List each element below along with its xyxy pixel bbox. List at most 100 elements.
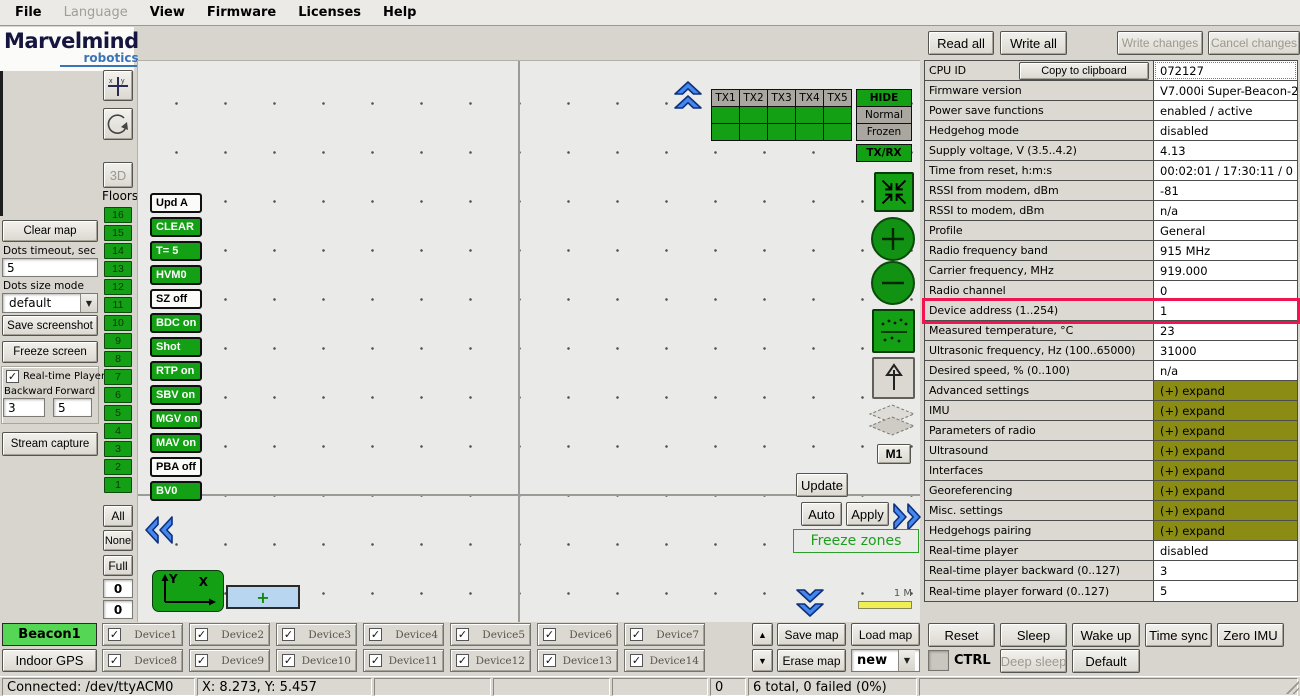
device-checkbox[interactable] (108, 628, 121, 641)
map-mode-button[interactable]: Upd A (150, 193, 202, 213)
read-all-button[interactable]: Read all (928, 31, 994, 55)
floor-offset-top-input[interactable]: 0 (103, 579, 133, 598)
device-checkbox[interactable] (369, 654, 382, 667)
cancel-changes-button[interactable]: Cancel changes (1208, 31, 1300, 55)
tx-column-header[interactable]: TX5 (823, 89, 852, 107)
floor-button[interactable]: 13 (104, 261, 132, 277)
setting-value[interactable]: -81 (1154, 181, 1297, 200)
floors-none-button[interactable]: None (103, 530, 133, 551)
map-mode-button[interactable]: PBA off (150, 457, 202, 477)
menu-item[interactable]: Licenses (287, 0, 372, 25)
map-mode-button[interactable]: T= 5 (150, 241, 202, 261)
menu-item[interactable]: File (4, 0, 53, 25)
device-toggle[interactable]: Device11 (363, 649, 444, 672)
device-toggle[interactable]: Device5 (450, 623, 531, 646)
device-checkbox[interactable] (282, 628, 295, 641)
floor-button[interactable]: 16 (104, 207, 132, 223)
floor-button[interactable]: 14 (104, 243, 132, 259)
tx-state-cell[interactable] (795, 106, 824, 124)
map-mode-button[interactable]: SBV on (150, 385, 202, 405)
wake-up-button[interactable]: Wake up (1072, 623, 1140, 647)
map-mode-button[interactable]: Shot (150, 337, 202, 357)
floor-button[interactable]: 12 (104, 279, 132, 295)
tx-normal-button[interactable]: Normal (856, 106, 912, 124)
chevron-double-left-icon[interactable] (144, 514, 180, 546)
freeze-zones-button[interactable]: Freeze zones (793, 529, 919, 553)
setting-value[interactable]: (+) expand (1154, 521, 1297, 540)
floor-button[interactable]: 1 (104, 477, 132, 493)
floor-button[interactable]: 15 (104, 225, 132, 241)
floor-button[interactable]: 7 (104, 369, 132, 385)
setting-value[interactable]: V7.000i Super-Beacon-2 (1154, 81, 1297, 100)
erase-map-button[interactable]: Erase map (777, 649, 846, 672)
floors-all-button[interactable]: All (103, 505, 133, 527)
device-checkbox[interactable] (630, 654, 643, 667)
setting-value[interactable]: n/a (1154, 361, 1297, 380)
beacon1-tab[interactable]: Beacon1 (2, 623, 97, 646)
deep-sleep-button[interactable]: Deep sleep (1000, 649, 1067, 673)
map-select-combobox[interactable]: new ▼ (851, 649, 920, 672)
indoor-gps-tab[interactable]: Indoor GPS (2, 649, 97, 672)
floor-button[interactable]: 3 (104, 441, 132, 457)
device-toggle[interactable]: Device13 (537, 649, 618, 672)
collapse-view-button[interactable] (874, 172, 914, 212)
device-toggle[interactable]: Device12 (450, 649, 531, 672)
device-toggle[interactable]: Device1 (102, 623, 183, 646)
menu-item[interactable]: View (139, 0, 196, 25)
chevron-double-down-icon[interactable] (794, 582, 826, 618)
zoom-in-button[interactable] (871, 217, 915, 261)
floor-button[interactable]: 5 (104, 405, 132, 421)
m1-button[interactable]: M1 (877, 444, 911, 464)
tx-column-header[interactable]: TX4 (795, 89, 824, 107)
setting-value[interactable]: 23 (1154, 321, 1297, 340)
dots-size-mode-select[interactable]: default ▼ (2, 293, 98, 313)
device-toggle[interactable]: Device2 (189, 623, 270, 646)
map-mode-button[interactable]: MAV on (150, 433, 202, 453)
tx-frozen-button[interactable]: Frozen (856, 123, 912, 141)
setting-value[interactable]: 0 (1154, 281, 1297, 300)
rotate-view-button[interactable] (103, 108, 133, 140)
device-checkbox[interactable] (456, 628, 469, 641)
device-checkbox[interactable] (369, 628, 382, 641)
tx-hide-button[interactable]: HIDE (856, 89, 912, 107)
dots-timeout-input[interactable]: 5 (2, 258, 98, 277)
device-toggle[interactable]: Device3 (276, 623, 357, 646)
setting-value[interactable]: disabled (1154, 541, 1297, 560)
floor-button[interactable]: 4 (104, 423, 132, 439)
setting-value[interactable]: (+) expand (1154, 421, 1297, 440)
setting-value[interactable]: (+) expand (1154, 381, 1297, 400)
default-button[interactable]: Default (1072, 649, 1140, 673)
update-button[interactable]: Update (796, 473, 848, 497)
xy-axes-view-button[interactable]: x y (103, 70, 133, 101)
tx-column-header[interactable]: TX1 (711, 89, 740, 107)
device-checkbox[interactable] (195, 654, 208, 667)
device-toggle[interactable]: Device9 (189, 649, 270, 672)
map-mode-button[interactable]: MGV on (150, 409, 202, 429)
tx-column-header[interactable]: TX3 (767, 89, 796, 107)
apply-button[interactable]: Apply (846, 502, 889, 526)
device-toggle[interactable]: Device4 (363, 623, 444, 646)
setting-value[interactable]: 1 (1154, 301, 1297, 320)
setting-value[interactable]: General (1154, 221, 1297, 240)
device-checkbox[interactable] (195, 628, 208, 641)
sleep-button[interactable]: Sleep (1000, 623, 1067, 647)
tx-state-cell[interactable] (739, 106, 768, 124)
write-changes-button[interactable]: Write changes (1117, 31, 1203, 55)
map-mode-button[interactable]: BV0 (150, 481, 202, 501)
device-toggle[interactable]: Device10 (276, 649, 357, 672)
setting-value[interactable]: 5 (1154, 581, 1297, 601)
tx-state-cell[interactable] (823, 123, 852, 141)
menu-item[interactable]: Language (53, 0, 139, 25)
setting-value[interactable]: disabled (1154, 121, 1297, 140)
chevron-down-icon[interactable]: ▼ (898, 650, 915, 671)
device-checkbox[interactable] (630, 628, 643, 641)
add-submap-button[interactable]: + (226, 585, 300, 609)
cpu-id-value[interactable]: 072127 (1154, 61, 1297, 80)
floor-button[interactable]: 2 (104, 459, 132, 475)
load-map-button[interactable]: Load map (851, 623, 920, 646)
stream-capture-button[interactable]: Stream capture (2, 432, 98, 456)
device-toggle[interactable]: Device6 (537, 623, 618, 646)
setting-value[interactable]: 31000 (1154, 341, 1297, 360)
setting-value[interactable]: 00:02:01 / 17:30:11 / 0 (1154, 161, 1297, 180)
setting-value[interactable]: (+) expand (1154, 501, 1297, 520)
